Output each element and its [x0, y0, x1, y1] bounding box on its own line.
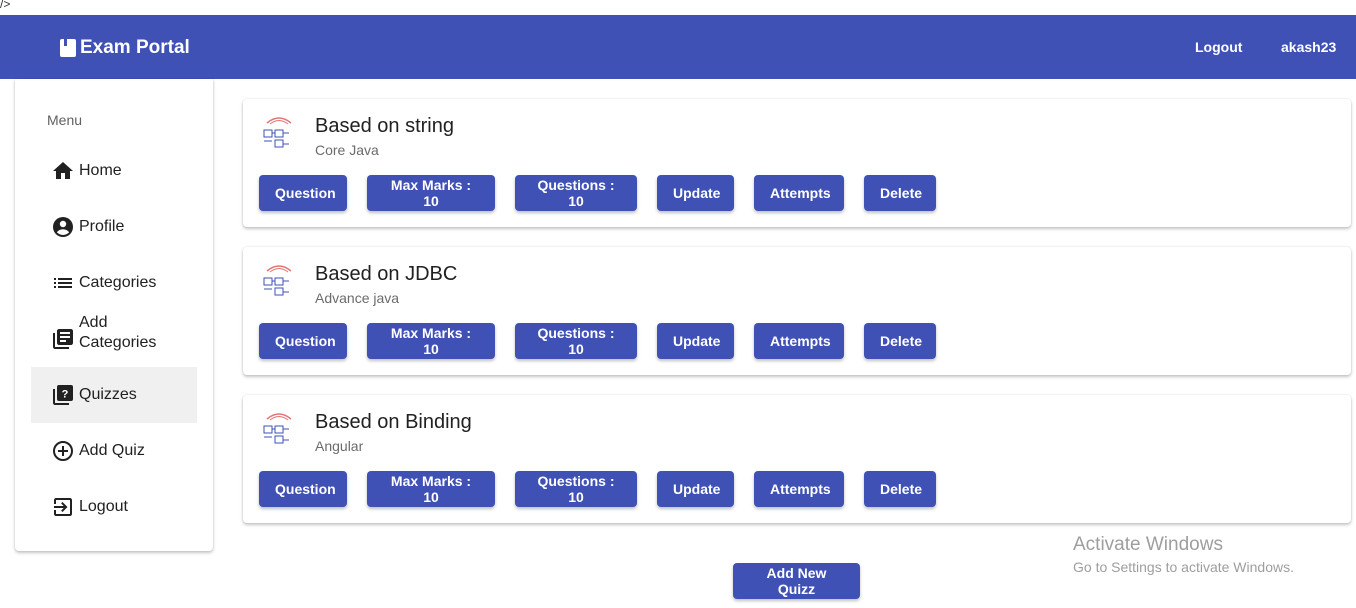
question-button[interactable]: Question [259, 175, 347, 211]
questions-count-button[interactable]: Questions : 10 [515, 471, 637, 507]
quiz-title: Based on JDBC [315, 263, 458, 285]
quiz-logo-icon [263, 117, 292, 148]
quiz-logo-icon [263, 265, 292, 296]
max-marks-button[interactable]: Max Marks : 10 [367, 323, 495, 359]
sidebar-item-add-quiz[interactable]: Add Quiz [31, 423, 197, 479]
list-icon [54, 278, 72, 288]
question-button[interactable]: Question [259, 471, 347, 507]
quiz-category: Core Java [315, 142, 379, 158]
sidebar-item-quizzes[interactable]: ? Quizzes [31, 367, 197, 423]
sidebar-menu: Menu Home Profile Categories Add Categor… [15, 79, 213, 551]
question-button[interactable]: Question [259, 323, 347, 359]
quiz-logo-icon [263, 413, 292, 444]
quiz-card: Based on JDBC Advance java Question Max … [243, 247, 1351, 375]
quiz-title: Based on string [315, 115, 454, 137]
sidebar-item-label: Quizzes [79, 386, 137, 403]
quiz-category: Angular [315, 438, 364, 454]
sidebar-item-label: Categories [79, 274, 157, 291]
brand[interactable]: Exam Portal [60, 37, 190, 59]
max-marks-button[interactable]: Max Marks : 10 [367, 175, 495, 211]
update-button[interactable]: Update [657, 323, 734, 359]
max-marks-button[interactable]: Max Marks : 10 [367, 471, 495, 507]
attempts-button[interactable]: Attempts [754, 175, 844, 211]
stray-markup-text: /> [0, 0, 11, 11]
activate-windows-title: Activate Windows [1073, 534, 1223, 555]
username-link[interactable]: akash23 [1281, 39, 1336, 55]
home-icon [53, 162, 73, 179]
sidebar-item-label: Profile [79, 218, 125, 235]
svg-text:?: ? [62, 389, 69, 401]
top-logout-link[interactable]: Logout [1195, 39, 1242, 55]
book-icon [60, 39, 76, 57]
sidebar-item-label: Add Quiz [79, 442, 145, 459]
add-new-quiz-button[interactable]: Add New Quizz [733, 563, 860, 599]
sidebar-item-profile[interactable]: Profile [31, 199, 197, 255]
questions-count-button[interactable]: Questions : 10 [515, 323, 637, 359]
quiz-card: Based on Binding Angular Question Max Ma… [243, 395, 1351, 523]
top-navbar: Exam Portal Logout akash23 [0, 15, 1356, 79]
attempts-button[interactable]: Attempts [754, 471, 844, 507]
add-circle-icon [53, 441, 73, 461]
activate-windows-subtitle: Go to Settings to activate Windows. [1073, 559, 1294, 575]
delete-button[interactable]: Delete [864, 471, 936, 507]
sidebar-item-home[interactable]: Home [31, 143, 197, 199]
attempts-button[interactable]: Attempts [754, 323, 844, 359]
delete-button[interactable]: Delete [864, 175, 936, 211]
library-books-icon [53, 329, 73, 349]
quiz-card: Based on string Core Java Question Max M… [243, 99, 1351, 227]
sidebar-item-add-categories[interactable]: Add Categories [31, 311, 197, 367]
sidebar-item-label: Add Categories [79, 314, 157, 351]
quiz-category: Advance java [315, 290, 400, 306]
update-button[interactable]: Update [657, 175, 734, 211]
app-title: Exam Portal [80, 37, 190, 58]
menu-title: Menu [47, 112, 83, 128]
delete-button[interactable]: Delete [864, 323, 936, 359]
questions-count-button[interactable]: Questions : 10 [515, 175, 637, 211]
sidebar-item-categories[interactable]: Categories [31, 255, 197, 311]
sidebar-item-label: Home [79, 162, 122, 179]
exit-to-app-icon [54, 498, 72, 516]
sidebar-item-label: Logout [79, 498, 128, 515]
quiz-title: Based on Binding [315, 411, 472, 433]
update-button[interactable]: Update [657, 471, 734, 507]
account-circle-icon [53, 217, 73, 237]
quiz-icon: ? [53, 385, 73, 405]
sidebar-item-logout[interactable]: Logout [31, 479, 197, 535]
